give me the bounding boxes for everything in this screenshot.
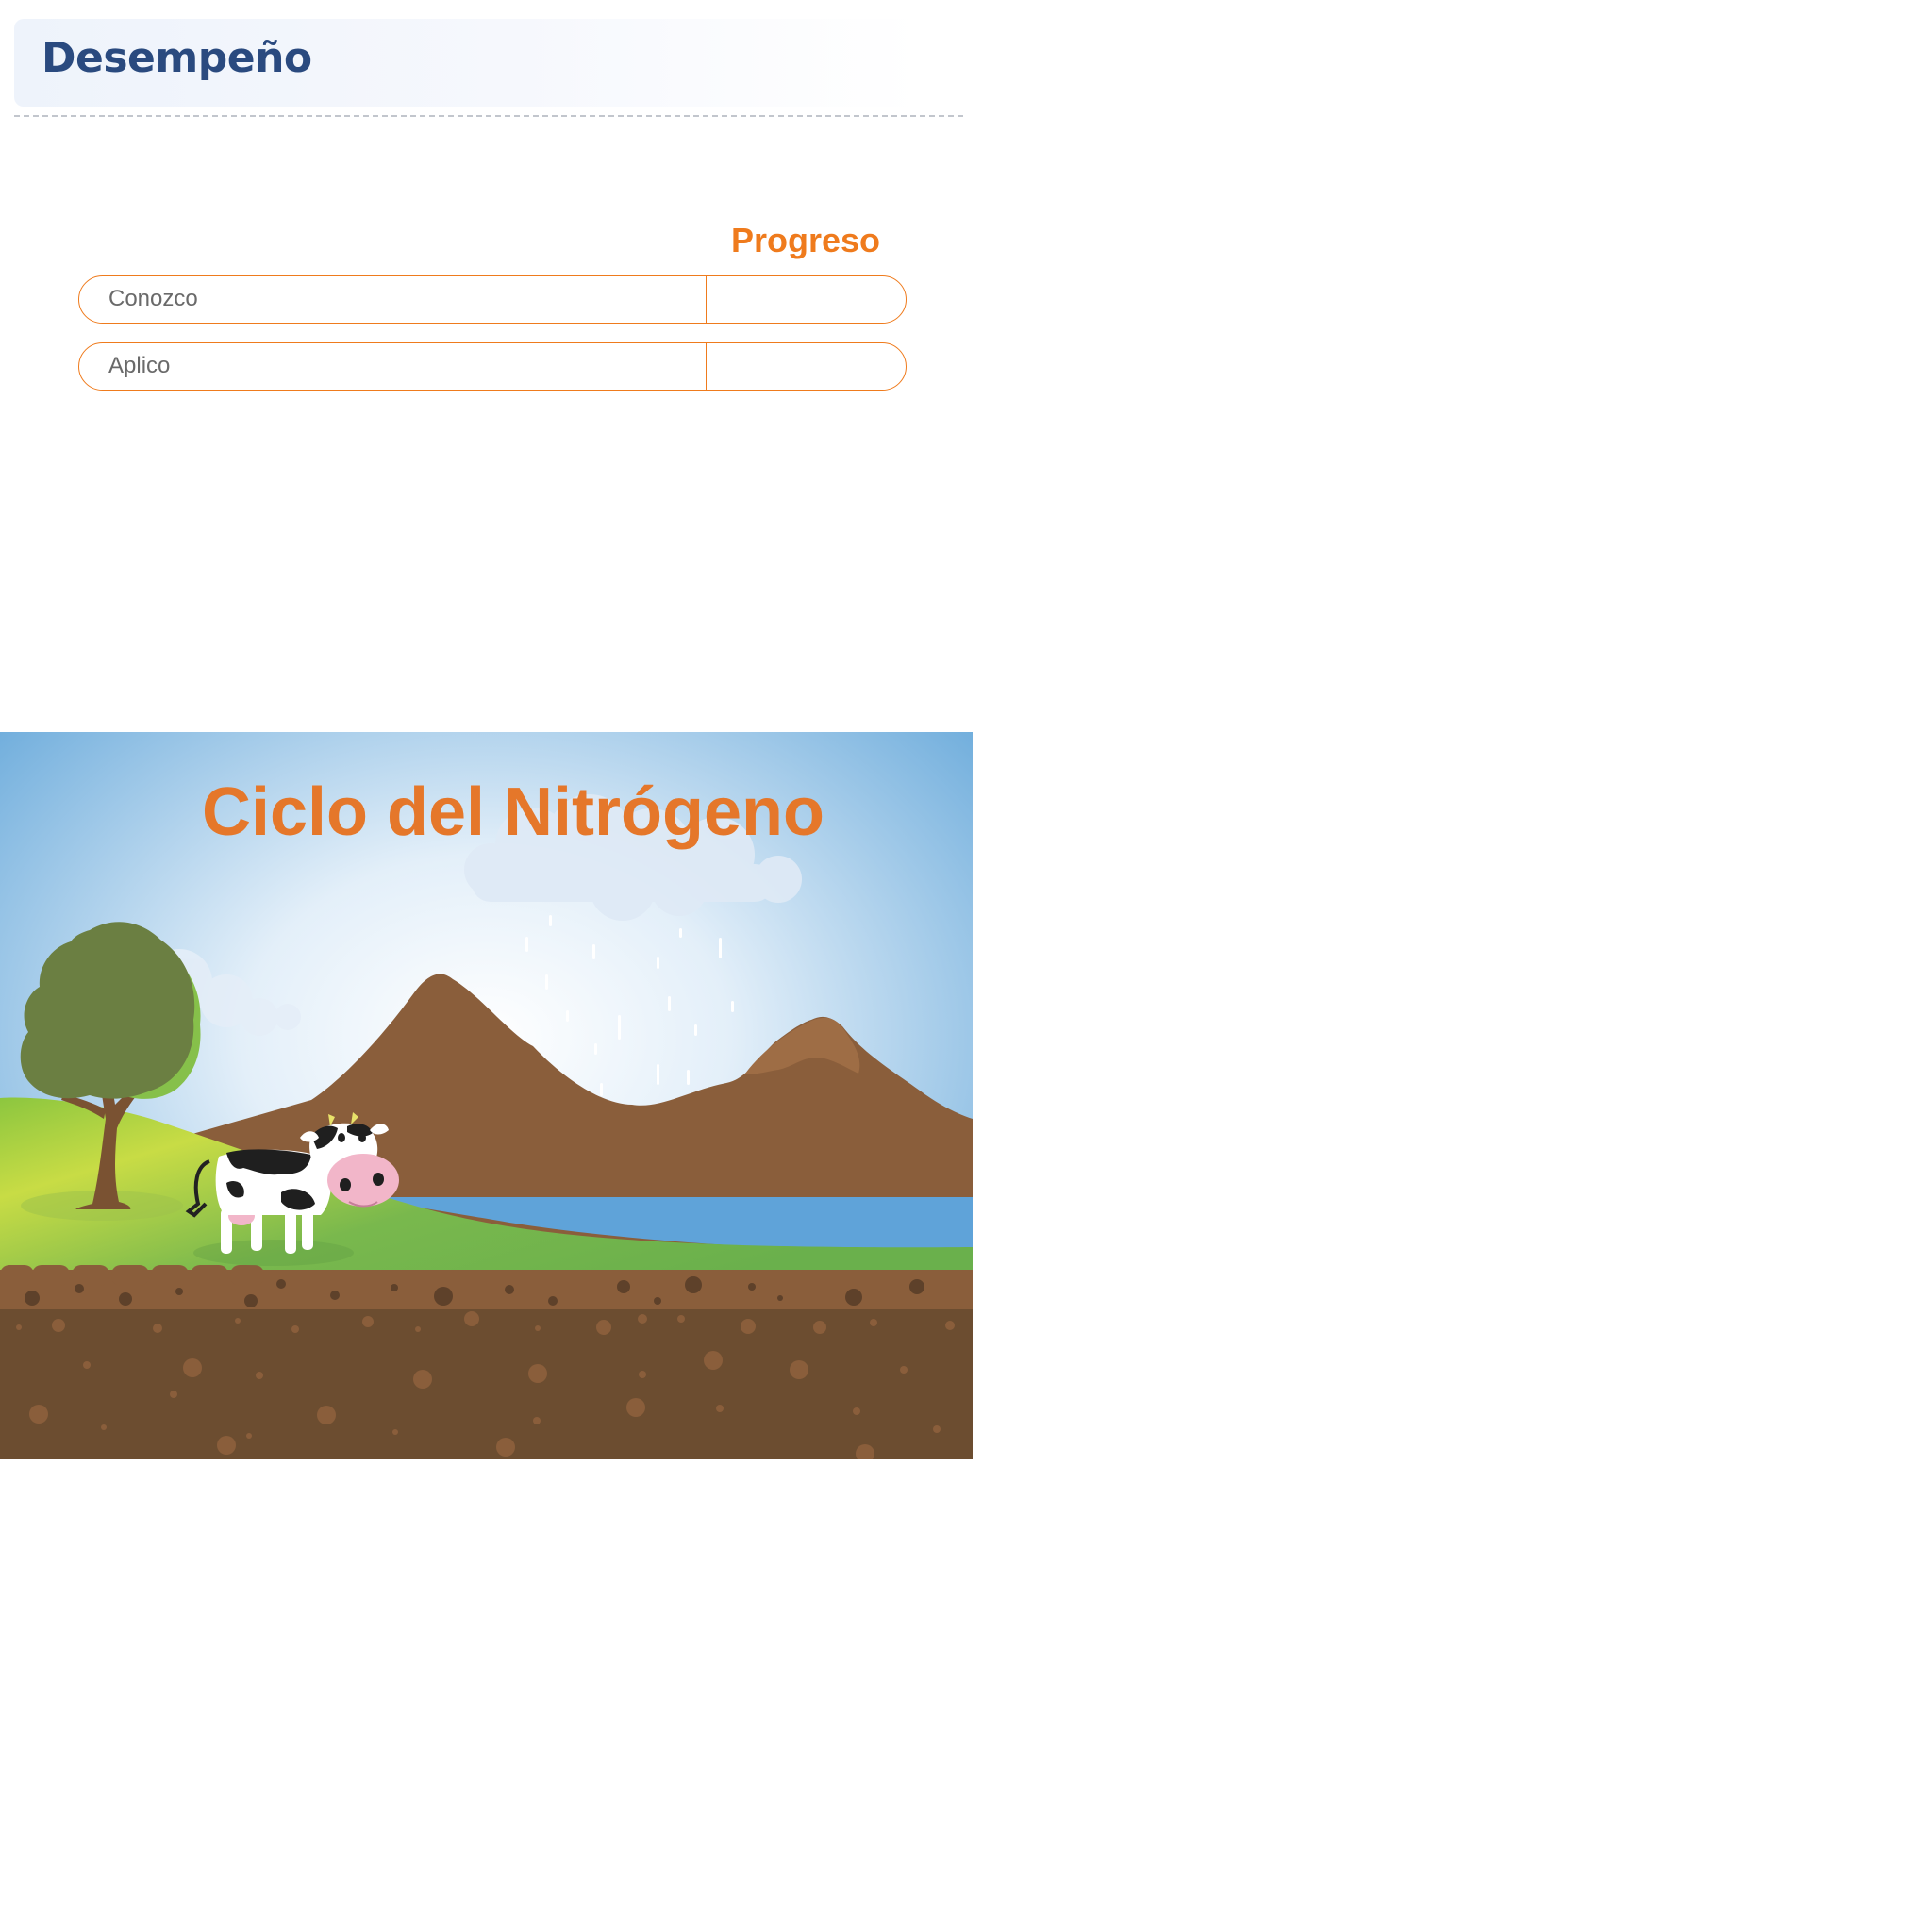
- progress-cell[interactable]: [708, 276, 906, 323]
- cow-shadow: [193, 1240, 354, 1266]
- page-title: Desempeño: [42, 34, 312, 82]
- nitrogen-cycle-illustration: Ciclo del Nitrógeno: [0, 732, 973, 1459]
- performance-row-conozco: Conozco: [78, 275, 907, 324]
- soil-bumps: [0, 1265, 264, 1286]
- row-divider: [706, 276, 707, 323]
- row-label: Aplico: [108, 353, 171, 378]
- performance-row-aplico: Aplico: [78, 342, 907, 391]
- progress-cell[interactable]: [708, 343, 906, 390]
- illustration-title: Ciclo del Nitrógeno: [201, 774, 825, 850]
- header-divider: [14, 115, 963, 117]
- row-divider: [706, 343, 707, 390]
- row-label: Conozco: [108, 286, 198, 311]
- subsoil: [0, 1309, 973, 1459]
- progress-heading: Progreso: [731, 221, 881, 259]
